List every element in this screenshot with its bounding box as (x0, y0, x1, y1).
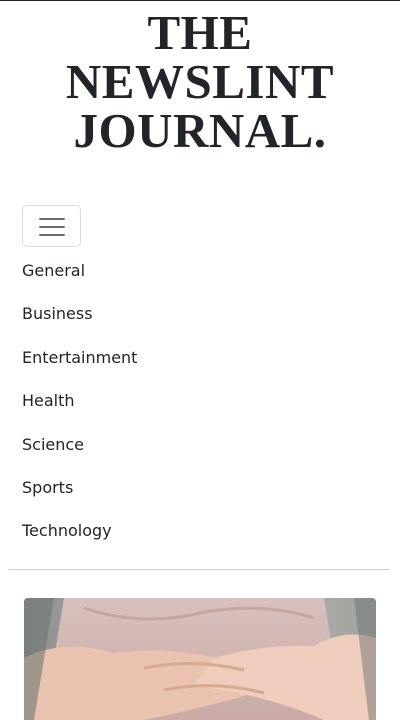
site-title[interactable]: THE NEWSLINT JOURNAL. (0, 8, 400, 155)
site-title-line-3: JOURNAL. (73, 103, 327, 158)
hamburger-icon (39, 217, 65, 237)
site-title-line-1: THE (147, 5, 253, 60)
nav-item-general[interactable]: General (22, 260, 137, 303)
article-photo (24, 598, 376, 720)
nav-item-health[interactable]: Health (22, 390, 137, 433)
nav-item-business[interactable]: Business (22, 303, 137, 346)
nav-item-entertainment[interactable]: Entertainment (22, 347, 137, 390)
navbar-toggle-button[interactable] (22, 205, 81, 247)
site-title-line-2: NEWSLINT (65, 54, 335, 109)
category-nav: General Business Entertainment Health Sc… (22, 260, 137, 564)
nav-item-science[interactable]: Science (22, 434, 137, 477)
nav-item-technology[interactable]: Technology (22, 520, 137, 563)
nav-item-sports[interactable]: Sports (22, 477, 137, 520)
article-card-image[interactable] (24, 598, 376, 720)
nav-divider (9, 569, 390, 570)
top-border (0, 0, 400, 1)
